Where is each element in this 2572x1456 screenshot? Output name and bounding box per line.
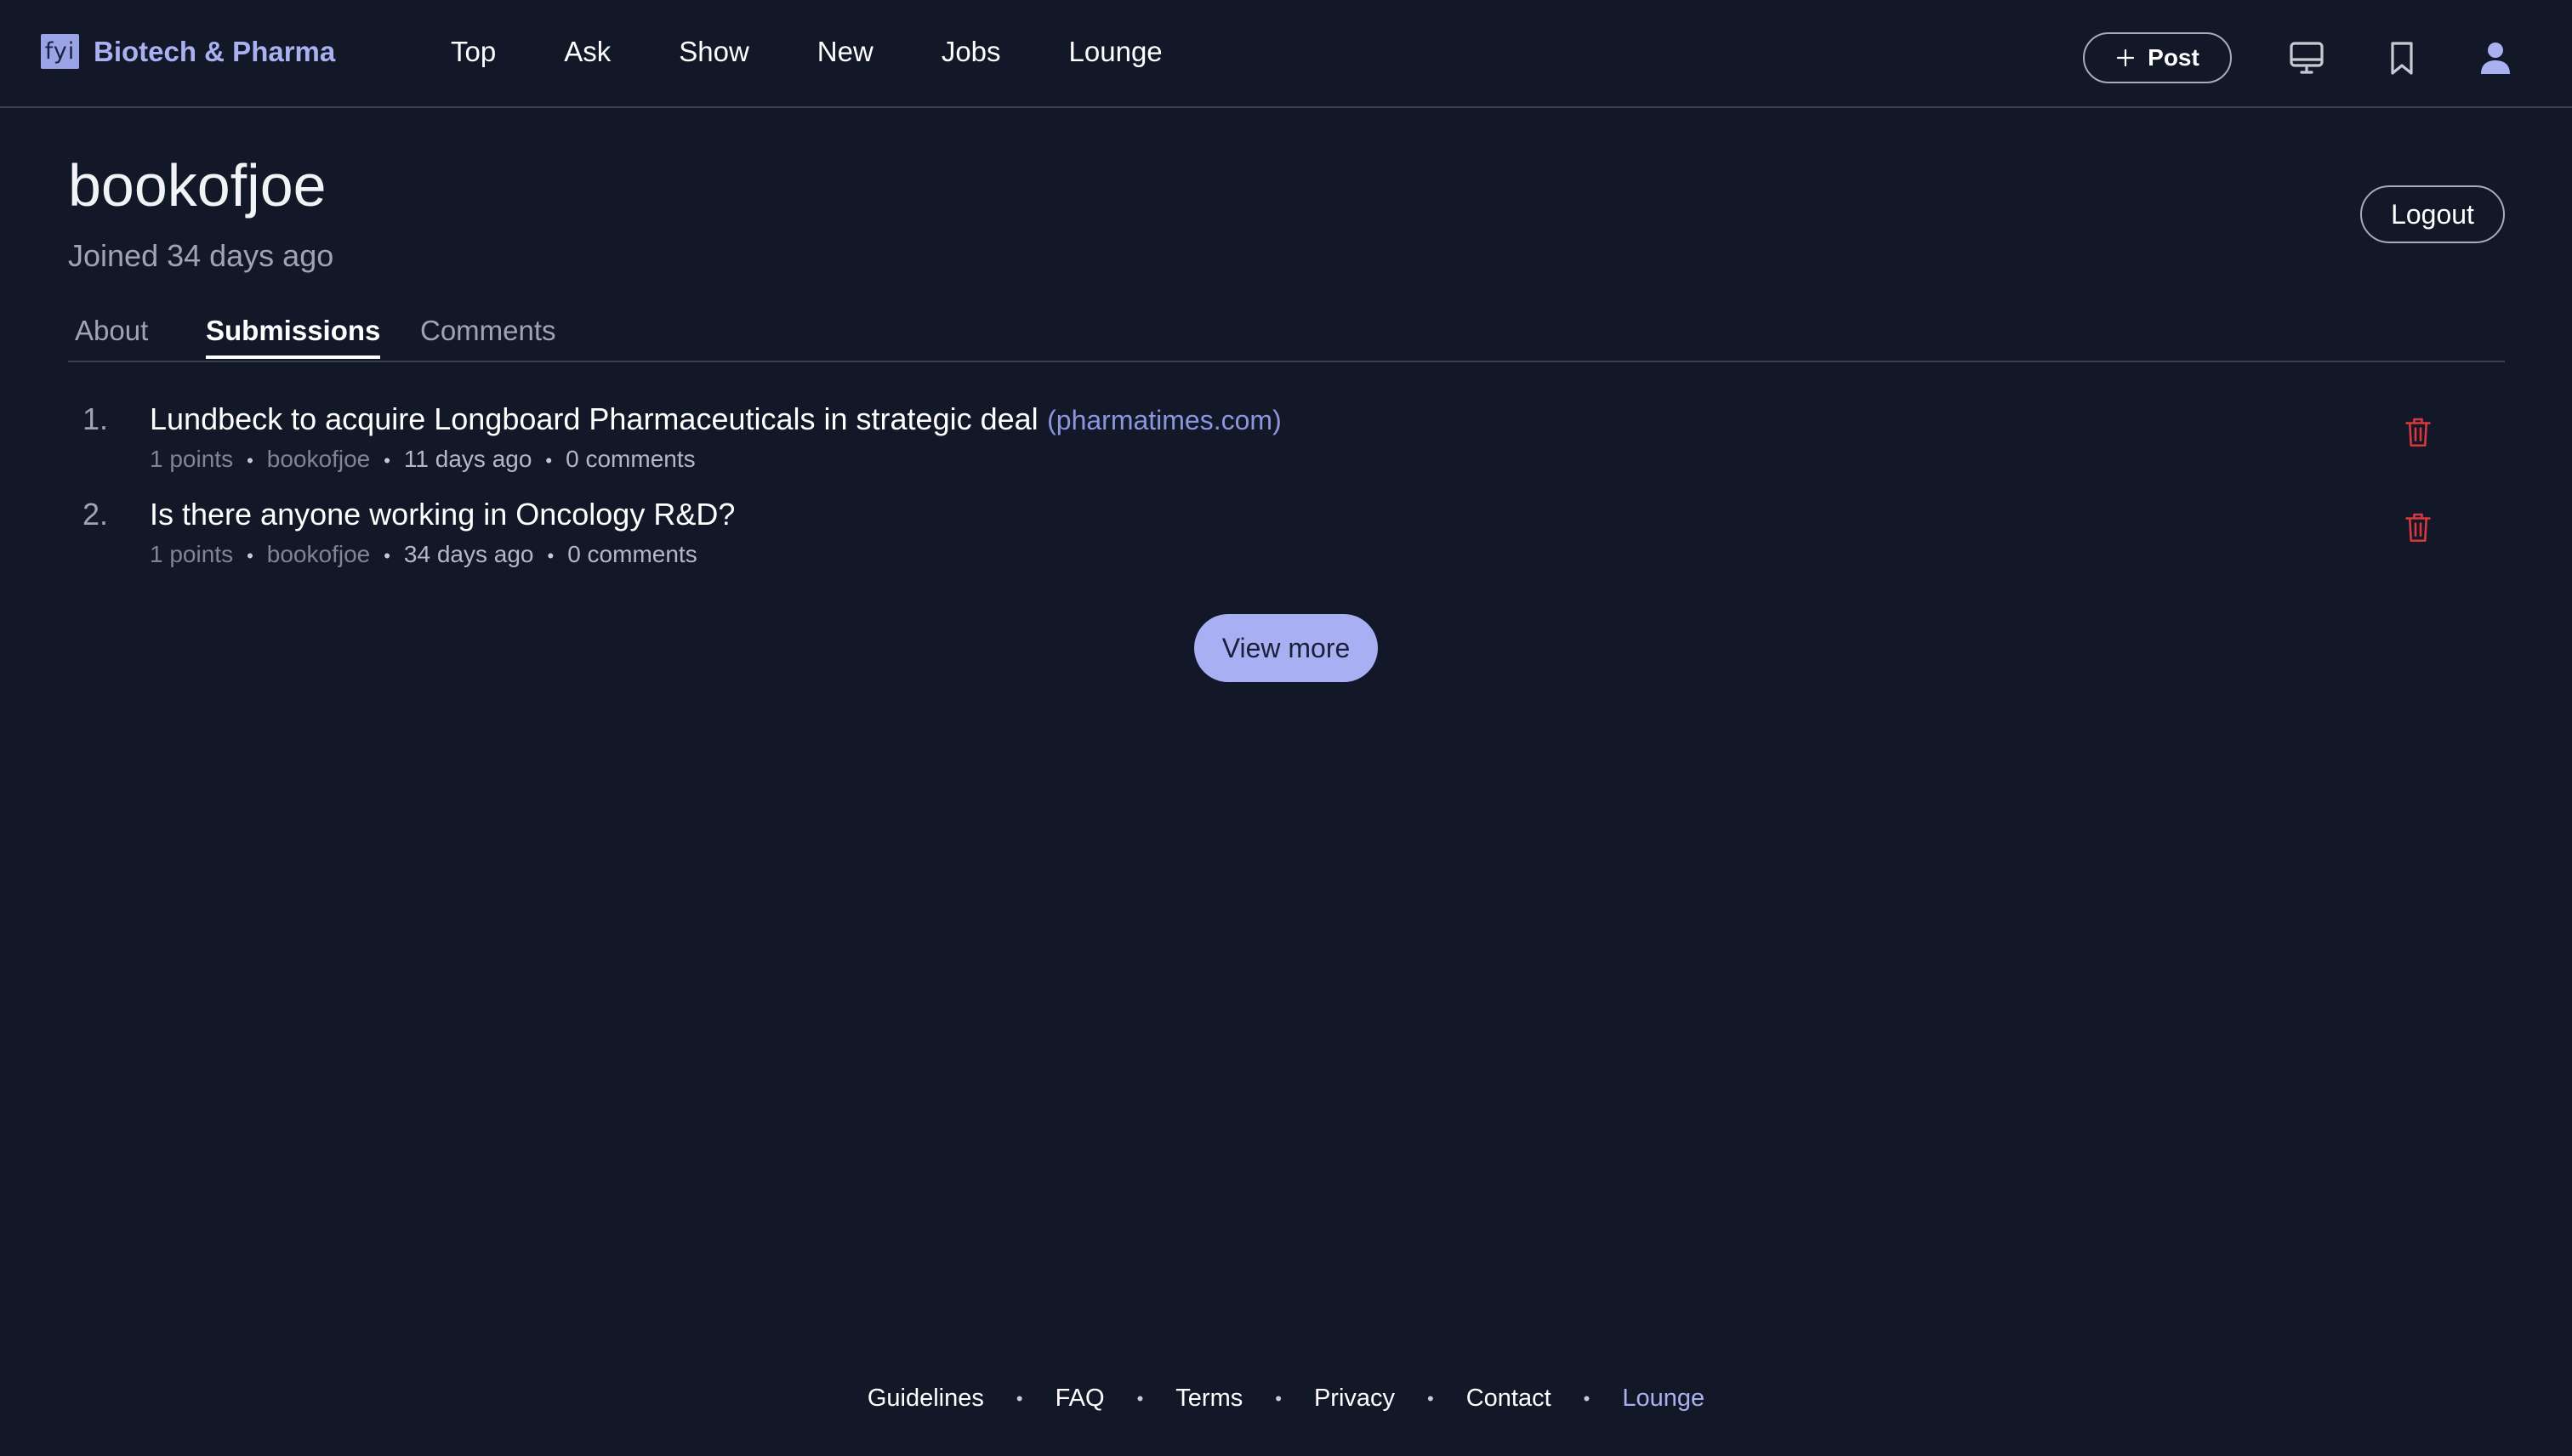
tab-comments[interactable]: Comments <box>420 315 556 355</box>
footer-terms[interactable]: Terms <box>1175 1385 1243 1413</box>
monitor-icon[interactable] <box>2286 37 2327 78</box>
submission-author[interactable]: bookofjoe <box>267 446 370 472</box>
footer-separator: • <box>1275 1388 1282 1409</box>
footer-links: Guidelines • FAQ • Terms • Privacy • Con… <box>0 1385 2572 1413</box>
submission-points: 1 points <box>150 446 234 472</box>
tab-submissions[interactable]: Submissions <box>206 315 381 359</box>
submission-item: 1. Lundbeck to acquire Longboard Pharmac… <box>68 401 2505 486</box>
brand-logo: fyi <box>41 34 79 69</box>
profile-tabs: About Submissions Comments <box>68 306 2505 362</box>
view-more-button[interactable]: View more <box>1194 614 1378 682</box>
brand[interactable]: fyi Biotech & Pharma <box>41 34 335 69</box>
submission-meta: 1 points • bookofjoe • 11 days ago • 0 comment… <box>150 446 696 472</box>
submission-title-line: Is there anyone working in Oncology R&D? <box>150 497 735 532</box>
footer-faq[interactable]: FAQ <box>1056 1385 1105 1413</box>
submission-comments[interactable]: 0 comments <box>566 446 696 472</box>
footer-lounge[interactable]: Lounge <box>1622 1385 1704 1413</box>
post-button[interactable]: Post <box>2083 32 2232 83</box>
top-header: fyi Biotech & Pharma Top Ask Show New Jo… <box>0 0 2572 108</box>
submission-domain[interactable]: (pharmatimes.com) <box>1047 405 1282 435</box>
trash-icon[interactable] <box>2403 510 2433 544</box>
submission-title[interactable]: Is there anyone working in Oncology R&D? <box>150 497 735 532</box>
user-icon[interactable] <box>2475 37 2516 78</box>
nav-ask[interactable]: Ask <box>564 36 611 68</box>
main-nav: Top Ask Show New Jobs Lounge <box>451 36 1231 68</box>
profile-username: bookofjoe <box>68 152 327 219</box>
submission-rank: 2. <box>83 497 109 532</box>
post-button-label: Post <box>2148 44 2199 71</box>
footer-separator: • <box>1583 1388 1590 1409</box>
logout-button[interactable]: Logout <box>2360 185 2505 243</box>
footer-separator: • <box>1136 1388 1144 1409</box>
footer-privacy[interactable]: Privacy <box>1314 1385 1395 1413</box>
nav-new[interactable]: New <box>817 36 873 68</box>
submission-time[interactable]: 34 days ago <box>404 541 534 567</box>
footer-separator: • <box>1016 1388 1023 1409</box>
nav-jobs[interactable]: Jobs <box>942 36 1001 68</box>
footer-guidelines[interactable]: Guidelines <box>868 1385 984 1413</box>
submission-rank: 1. <box>83 401 109 436</box>
submission-comments[interactable]: 0 comments <box>567 541 697 567</box>
nav-lounge[interactable]: Lounge <box>1069 36 1163 68</box>
submission-time[interactable]: 11 days ago <box>404 446 532 472</box>
submission-title-line: Lundbeck to acquire Longboard Pharmaceut… <box>150 401 1282 437</box>
footer-contact[interactable]: Contact <box>1466 1385 1551 1413</box>
submission-author[interactable]: bookofjoe <box>267 541 370 567</box>
tab-about[interactable]: About <box>75 315 148 355</box>
bookmark-icon[interactable] <box>2381 37 2422 78</box>
trash-icon[interactable] <box>2403 415 2433 449</box>
submission-meta: 1 points • bookofjoe • 34 days ago • 0 comment… <box>150 541 697 567</box>
submission-points: 1 points <box>150 541 234 567</box>
profile-joined-date: Joined 34 days ago <box>68 238 334 273</box>
footer-separator: • <box>1427 1388 1434 1409</box>
nav-top[interactable]: Top <box>451 36 496 68</box>
brand-name[interactable]: Biotech & Pharma <box>94 36 335 68</box>
nav-show[interactable]: Show <box>679 36 749 68</box>
submission-title[interactable]: Lundbeck to acquire Longboard Pharmaceut… <box>150 401 1038 436</box>
plus-icon <box>2117 48 2135 67</box>
submission-item: 2. Is there anyone working in Oncology R… <box>68 497 2505 582</box>
